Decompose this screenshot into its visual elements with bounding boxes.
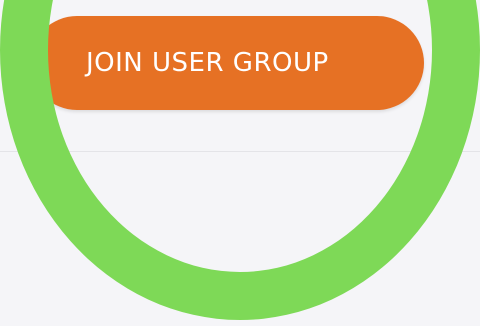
join-user-group-button[interactable]: JOIN USER GROUP — [30, 16, 424, 110]
section-divider — [0, 151, 480, 152]
page-stage: JOIN USER GROUP — [0, 0, 480, 326]
